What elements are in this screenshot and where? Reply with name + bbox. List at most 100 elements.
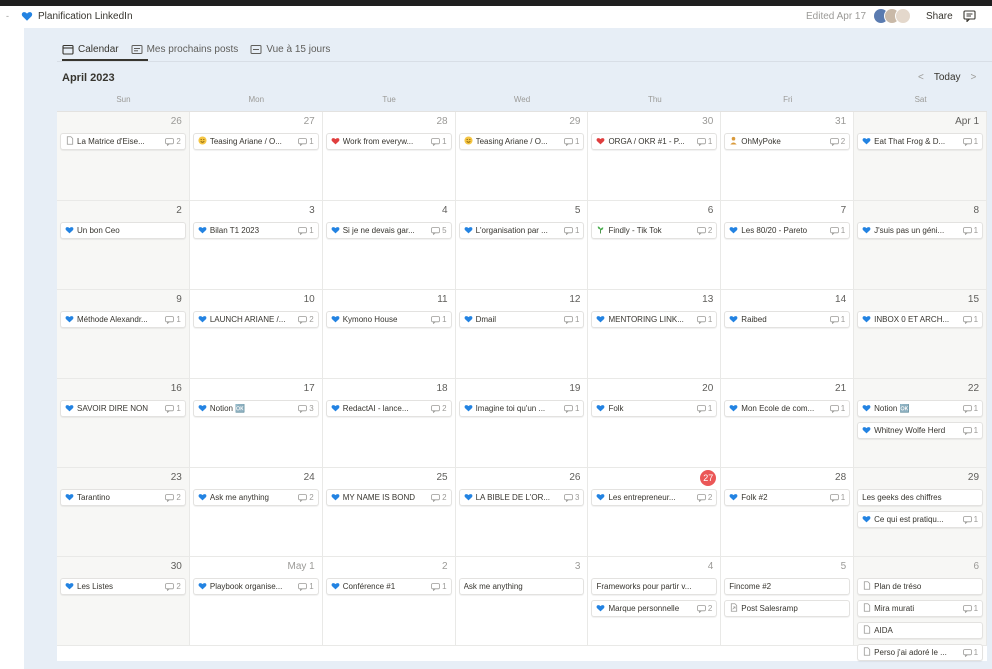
event-card[interactable]: Playbook organise... 1 [192, 578, 319, 595]
event-card[interactable]: Plan de tréso [857, 578, 984, 595]
event-card[interactable]: Conférence #1 1 [325, 578, 452, 595]
day-cell[interactable]: 24 Ask me anything 2 [189, 468, 323, 557]
day-cell[interactable]: 2 Un bon Ceo [57, 201, 190, 290]
share-button[interactable]: Share [926, 11, 953, 22]
day-cell[interactable]: 28 Folk #2 1 [721, 468, 855, 557]
day-cell[interactable]: 14 Raibed 1 [721, 290, 855, 379]
event-card[interactable]: L'organisation par ... 1 [458, 222, 585, 239]
day-cell[interactable]: 30 ORGA / OKR #1 - P... 1 [588, 112, 722, 201]
day-cell[interactable]: 28 Work from everyw... 1 [322, 112, 456, 201]
event-card[interactable]: Folk #2 1 [724, 489, 851, 506]
event-card[interactable]: Fincome #2 [724, 578, 851, 595]
tab-calendar[interactable]: Calendar [62, 44, 119, 55]
event-card[interactable]: Notion 🆗 3 [192, 400, 319, 417]
day-cell[interactable]: 2 Conférence #1 1 [322, 557, 456, 646]
collaborator-avatars[interactable] [873, 8, 917, 24]
day-cell[interactable]: 5 Fincome #2 Post Salesramp [721, 557, 855, 646]
event-card[interactable]: Ask me anything 2 [192, 489, 319, 506]
day-cell[interactable]: 27 Les entrepreneur... 2 [588, 468, 722, 557]
event-card[interactable]: Folk 1 [591, 400, 718, 417]
event-card[interactable]: Méthode Alexandr... 1 [60, 311, 186, 328]
day-cell[interactable]: 23 Tarantino 2 [57, 468, 190, 557]
event-card[interactable]: Perso j'ai adoré le ... 1 [857, 644, 984, 661]
day-cell[interactable]: 21 Mon Ecole de com... 1 [721, 379, 855, 468]
day-cell[interactable]: 5 L'organisation par ... 1 [455, 201, 589, 290]
event-card[interactable]: Les geeks des chiffres [857, 489, 984, 506]
event-card[interactable]: Les 80/20 - Pareto 1 [724, 222, 851, 239]
day-cell[interactable]: 20 Folk 1 [588, 379, 722, 468]
event-card[interactable]: LAUNCH ARIANE /... 2 [192, 311, 319, 328]
day-cell[interactable]: 30 Les Listes 2 [57, 557, 190, 646]
event-card[interactable]: RedactAI - lance... 2 [325, 400, 452, 417]
event-card[interactable]: J'suis pas un géni... 1 [857, 222, 984, 239]
comments-icon[interactable] [963, 10, 976, 22]
event-card[interactable]: Ce qui est pratiqu... 1 [857, 511, 984, 528]
event-card[interactable]: La Matrice d'Eise... 2 [60, 133, 186, 150]
day-cell[interactable]: 29 Les geeks des chiffres Ce qui est prati… [854, 468, 988, 557]
chevron-left-icon[interactable]: < [918, 72, 924, 83]
day-cell[interactable]: May 1 Playbook organise... 1 [189, 557, 323, 646]
sidebar-edge-icon[interactable]: - [6, 11, 9, 21]
event-card[interactable]: Mira murati 1 [857, 600, 984, 617]
day-cell[interactable]: 11 Kymono House 1 [322, 290, 456, 379]
event-card[interactable]: ORGA / OKR #1 - P... 1 [591, 133, 718, 150]
event-card[interactable]: Si je ne devais gar... 5 [325, 222, 452, 239]
day-cell[interactable]: 13 MENTORING LINK... 1 [588, 290, 722, 379]
day-cell[interactable]: 8 J'suis pas un géni... 1 [854, 201, 988, 290]
day-cell[interactable]: 27 Teasing Ariane / O... 1 [189, 112, 323, 201]
day-cell[interactable]: 7 Les 80/20 - Pareto 1 [721, 201, 855, 290]
event-card[interactable]: INBOX 0 ET ARCH... 1 [857, 311, 984, 328]
event-card[interactable]: Ask me anything [458, 578, 585, 595]
event-card[interactable]: Les entrepreneur... 2 [591, 489, 718, 506]
day-cell[interactable]: 18 RedactAI - lance... 2 [322, 379, 456, 468]
avatar[interactable] [895, 8, 911, 24]
event-card[interactable]: LA BIBLE DE L'OR... 3 [458, 489, 585, 506]
day-cell[interactable]: 17 Notion 🆗 3 [189, 379, 323, 468]
day-cell[interactable]: 22 Notion 🆗 1 Whitney Wolfe Herd 1 [854, 379, 988, 468]
event-card[interactable]: Les Listes 2 [60, 578, 186, 595]
day-cell[interactable]: 4 Frameworks pour partir v... Marque perso… [588, 557, 722, 646]
event-card[interactable]: AIDA [857, 622, 984, 639]
day-cell[interactable]: 3 Bilan T1 2023 1 [189, 201, 323, 290]
day-cell[interactable]: Apr 1 Eat That Frog & D... 1 [854, 112, 988, 201]
tab-vue-15-jours[interactable]: Vue à 15 jours [250, 44, 330, 55]
page-title[interactable]: Planification LinkedIn [38, 11, 133, 22]
event-card[interactable]: SAVOIR DIRE NON 1 [60, 400, 186, 417]
event-card[interactable]: Mon Ecole de com... 1 [724, 400, 851, 417]
day-cell[interactable]: 15 INBOX 0 ET ARCH... 1 [854, 290, 988, 379]
event-card[interactable]: Post Salesramp [724, 600, 851, 617]
event-card[interactable]: Dmail 1 [458, 311, 585, 328]
event-card[interactable]: Whitney Wolfe Herd 1 [857, 422, 984, 439]
event-card[interactable]: Raibed 1 [724, 311, 851, 328]
event-card[interactable]: Un bon Ceo [60, 222, 186, 239]
day-cell[interactable]: 26 LA BIBLE DE L'OR... 3 [455, 468, 589, 557]
day-cell[interactable]: 12 Dmail 1 [455, 290, 589, 379]
event-card[interactable]: Imagine toi qu'un ... 1 [458, 400, 585, 417]
day-cell[interactable]: 4 Si je ne devais gar... 5 [322, 201, 456, 290]
event-card[interactable]: Teasing Ariane / O... 1 [458, 133, 585, 150]
event-card[interactable]: Eat That Frog & D... 1 [857, 133, 984, 150]
today-button[interactable]: Today [934, 72, 961, 83]
day-cell[interactable]: 6 Plan de tréso Mira murati 1 AIDA Perso j'ai… [854, 557, 988, 661]
chevron-right-icon[interactable]: > [971, 72, 977, 83]
day-cell[interactable]: 26 La Matrice d'Eise... 2 [57, 112, 190, 201]
event-card[interactable]: Marque personnelle 2 [591, 600, 718, 617]
day-cell[interactable]: 3 Ask me anything [455, 557, 589, 646]
day-cell[interactable]: 25 MY NAME IS BOND 2 [322, 468, 456, 557]
day-cell[interactable]: 9 Méthode Alexandr... 1 [57, 290, 190, 379]
event-card[interactable]: Tarantino 2 [60, 489, 186, 506]
day-cell[interactable]: 6 Findly - Tik Tok 2 [588, 201, 722, 290]
day-cell[interactable]: 10 LAUNCH ARIANE /... 2 [189, 290, 323, 379]
event-card[interactable]: Teasing Ariane / O... 1 [192, 133, 319, 150]
day-cell[interactable]: 31 OhMyPoke 2 [721, 112, 855, 201]
day-cell[interactable]: 16 SAVOIR DIRE NON 1 [57, 379, 190, 468]
event-card[interactable]: Bilan T1 2023 1 [192, 222, 319, 239]
event-card[interactable]: OhMyPoke 2 [724, 133, 851, 150]
event-card[interactable]: MY NAME IS BOND 2 [325, 489, 452, 506]
tab-mes-prochains-posts[interactable]: Mes prochains posts [131, 44, 238, 55]
day-cell[interactable]: 29 Teasing Ariane / O... 1 [455, 112, 589, 201]
event-card[interactable]: Findly - Tik Tok 2 [591, 222, 718, 239]
day-cell[interactable]: 19 Imagine toi qu'un ... 1 [455, 379, 589, 468]
event-card[interactable]: Work from everyw... 1 [325, 133, 452, 150]
event-card[interactable]: MENTORING LINK... 1 [591, 311, 718, 328]
